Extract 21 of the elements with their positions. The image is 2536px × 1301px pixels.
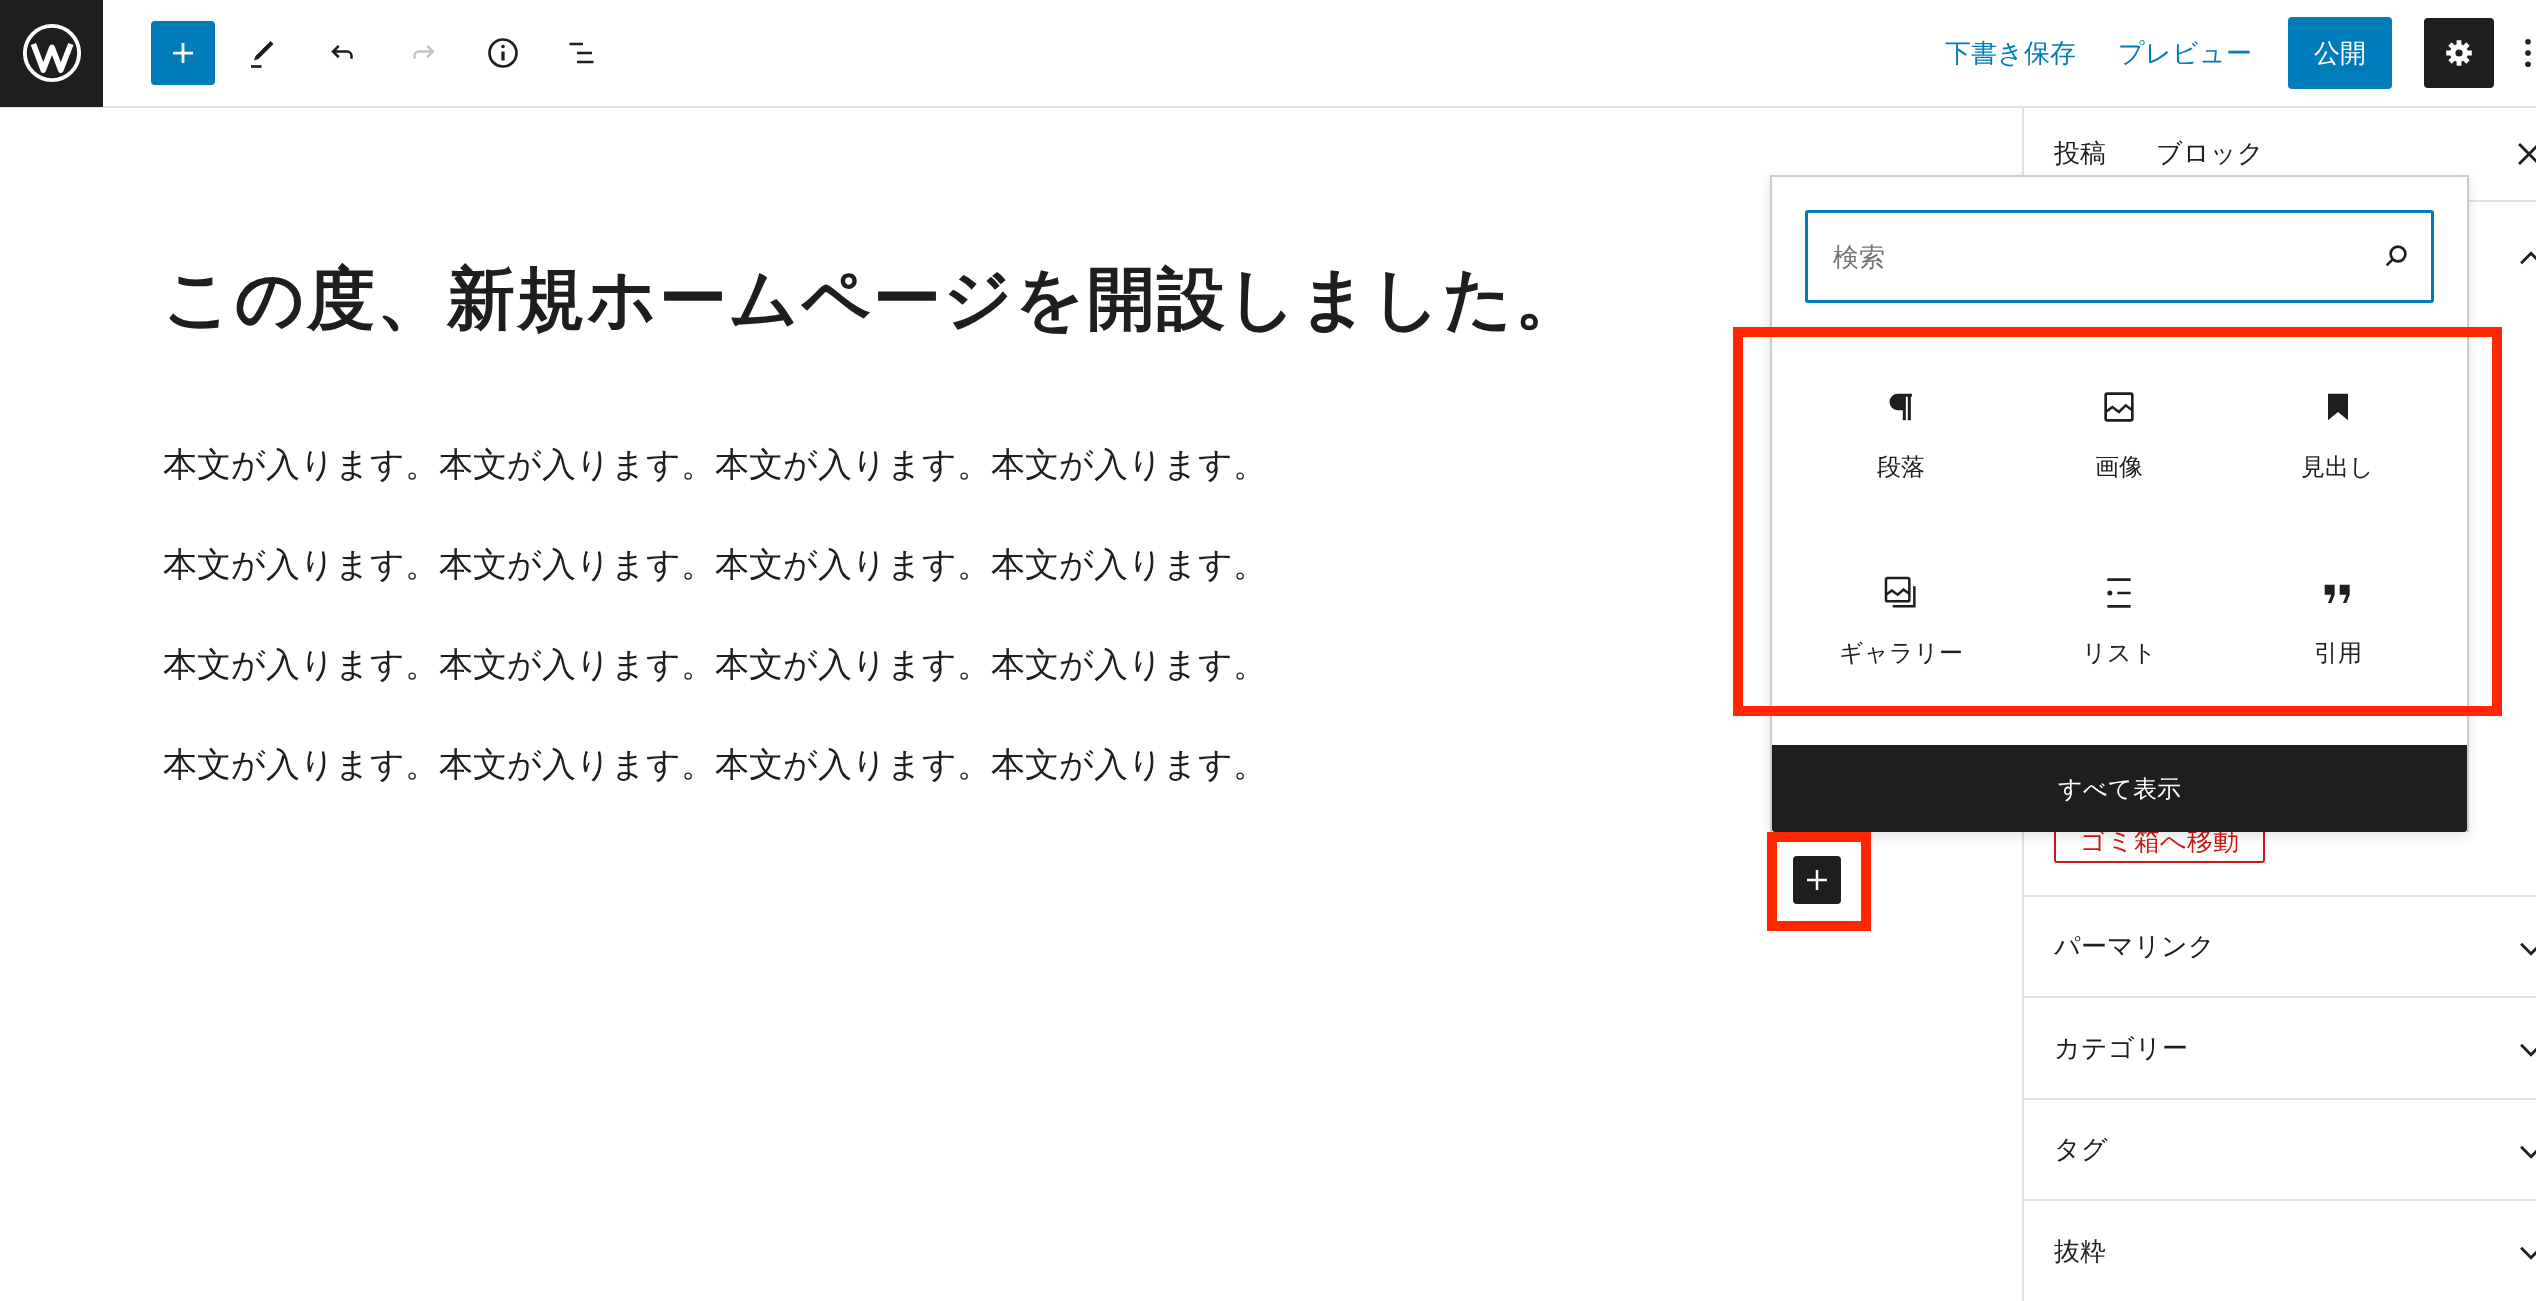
block-type-item[interactable]: 見出し bbox=[2228, 343, 2447, 529]
panel-section-header[interactable]: パーマリンク bbox=[2024, 894, 2536, 997]
block-type-item[interactable]: 引用 bbox=[2228, 529, 2447, 715]
panel-section-header[interactable]: 抜粋 bbox=[2024, 1199, 2536, 1301]
block-type-item[interactable]: 画像 bbox=[2010, 343, 2229, 529]
panel-section-header[interactable]: タグ bbox=[2024, 1097, 2536, 1200]
add-block-button[interactable] bbox=[1793, 856, 1841, 904]
block-type-item[interactable]: ギャラリー bbox=[1792, 529, 2011, 715]
search-field[interactable]: 検索 bbox=[1805, 210, 2434, 303]
sidebar-tab[interactable]: ブロック bbox=[2156, 120, 2264, 188]
publish-button[interactable]: 公開 bbox=[2288, 17, 2392, 89]
save-draft-link[interactable]: 下書き保存 bbox=[1933, 25, 2088, 81]
settings-button[interactable] bbox=[2424, 18, 2494, 88]
sidebar-tab[interactable]: 投稿 bbox=[2054, 120, 2106, 188]
more-options-icon bbox=[2524, 38, 2532, 68]
preview-link[interactable]: プレビュー bbox=[2106, 25, 2264, 81]
browse-all-button[interactable]: すべて表示 bbox=[1772, 745, 2467, 832]
block-type-item[interactable]: 段落 bbox=[1792, 343, 2011, 529]
wordpress-logo-icon bbox=[20, 22, 83, 84]
block-type-item[interactable]: リスト bbox=[2010, 529, 2229, 715]
panel-section-header[interactable]: カテゴリー bbox=[2024, 996, 2536, 1098]
